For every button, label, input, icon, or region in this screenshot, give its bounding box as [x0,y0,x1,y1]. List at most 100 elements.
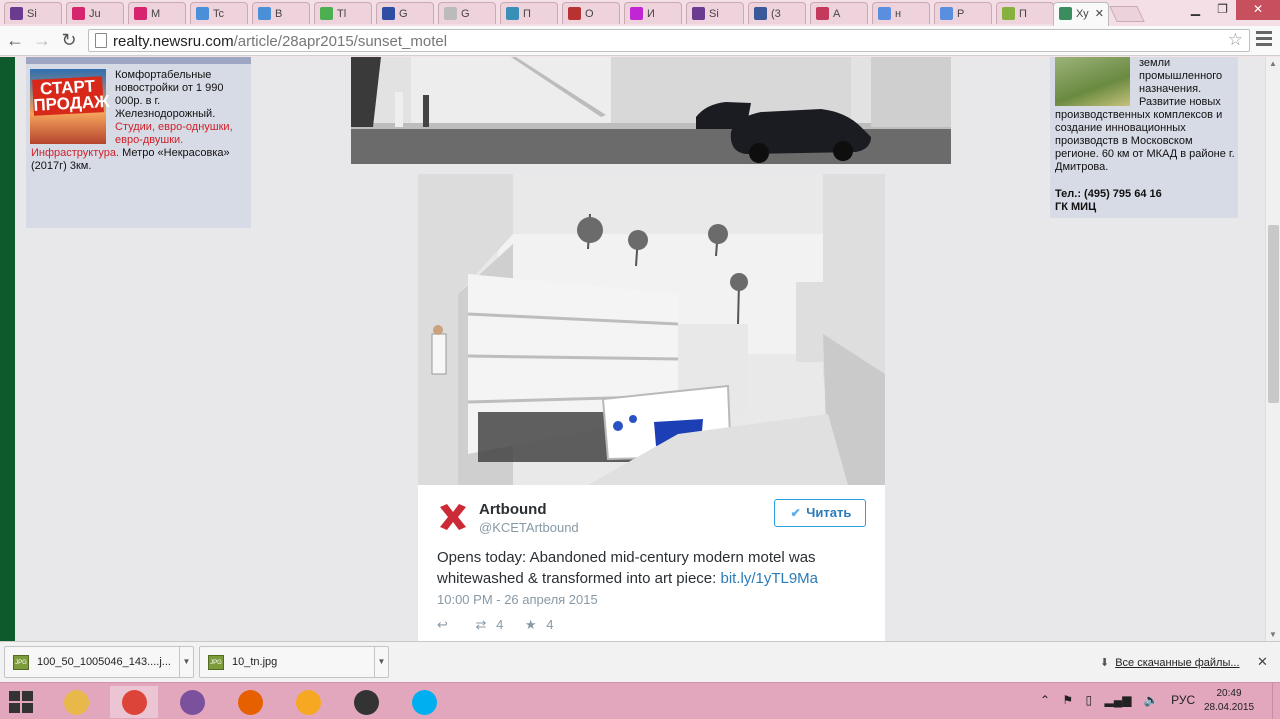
tab-11[interactable]: Si [686,2,744,24]
tab-title: (3 [771,8,781,20]
tab-7[interactable]: G [438,2,496,24]
tweet-author-name[interactable]: Artbound [479,501,546,518]
chevron-down-icon[interactable]: ▼ [179,647,193,677]
omega-icon [568,7,581,20]
tweet-actions: ↩ ⇄ 4 ★ 4 [437,617,559,633]
tab-3[interactable]: Tc [190,2,248,24]
tab-17[interactable]: Ху ✕ [1053,2,1109,26]
all-downloads-label: Все скачанные файлы... [1115,657,1240,669]
system-tray: ⌃ ⚑ ▯ ▂▄▆ 🔈 РУС [1040,693,1204,707]
tab-4[interactable]: B [252,2,310,24]
back-button[interactable]: ← [5,30,25,50]
tab-14[interactable]: н [872,2,930,24]
tab-title: П [523,8,531,20]
close-shelf-icon[interactable]: ✕ [1257,654,1268,670]
reload-button[interactable]: ↻ [59,30,79,50]
weather-icon [296,690,321,715]
taskbar-app-weather[interactable] [284,686,332,718]
taskbar-app-firefox[interactable] [226,686,274,718]
ad-left-text: Комфортабельные новостройки от 1 990 000… [31,69,245,173]
tab-title: Tc [213,8,224,20]
volume-icon[interactable]: 🔈 [1144,693,1159,707]
artbound-logo-icon[interactable] [437,501,469,533]
taskbar-app-viber[interactable] [168,686,216,718]
bookmark-star-icon[interactable]: ☆ [1228,30,1243,50]
retweet-icon[interactable]: ⇄ [476,617,487,633]
ad-right-contact: Тел.: (495) 795 64 16 ГК МИЦ [1055,188,1162,214]
download-filename: 100_50_1005046_143....j... [37,656,171,668]
tab-8[interactable]: П [500,2,558,24]
scroll-up-icon[interactable]: ▲ [1269,59,1277,68]
page-icon [95,33,107,48]
minimize-button[interactable]: ▁ [1182,0,1209,20]
scroll-thumb[interactable] [1268,225,1279,403]
tab-title: Si [27,8,37,20]
show-hidden-icons-icon[interactable]: ⌃ [1040,693,1050,707]
windows-taskbar: ⌃ ⚑ ▯ ▂▄▆ 🔈 РУС 20:49 28.04.2015 [0,682,1280,719]
clock-date: 28.04.2015 [1203,702,1255,713]
chrome-menu-icon[interactable] [1256,31,1272,49]
ad-right[interactable]: земли промышленного назначения. Развитие… [1050,57,1238,218]
flag-icon[interactable]: ⚑ [1062,693,1073,707]
language-indicator[interactable]: РУС [1171,693,1195,707]
taskbar-app-chrome[interactable] [110,686,158,718]
tweet-author-handle[interactable]: @KCETArtbound [479,520,579,535]
all-downloads-link[interactable]: ⬇ Все скачанные файлы... [1100,656,1240,669]
tab-title: Tl [337,8,347,20]
g8-icon [878,7,891,20]
windows-start-icon[interactable] [9,691,33,713]
ad-left[interactable]: СТАРТ ПРОДАЖ Комфортабельные новостройки… [26,57,251,228]
tab-13[interactable]: A [810,2,868,24]
tab-title: Ju [89,8,101,20]
taskbar-app-explorer[interactable] [52,686,100,718]
tab-12[interactable]: (3 [748,2,806,24]
taskbar-app-skype[interactable] [400,686,448,718]
download-item[interactable]: JPG 100_50_1005046_143....j... ▼ [4,646,194,678]
tab-2[interactable]: M [128,2,186,24]
chevron-down-icon[interactable]: ▼ [374,647,388,677]
tweet-date[interactable]: 10:00 PM - 26 апреля 2015 [437,592,598,607]
follow-button[interactable]: ✔ Читать [774,499,866,527]
chart-icon [506,7,519,20]
tab-0[interactable]: Si [4,2,62,24]
system-clock[interactable]: 20:49 28.04.2015 [1199,687,1259,715]
tab-1[interactable]: Ju [66,2,124,24]
tweet-photo[interactable] [418,174,885,485]
tab-6[interactable]: G [376,2,434,24]
url-host: realty.newsru.com [113,33,234,50]
forward-button[interactable]: → [32,30,52,50]
restore-button[interactable]: ❐ [1209,0,1236,20]
tab-16[interactable]: П [996,2,1054,24]
address-bar[interactable]: realty.newsru.com/article/28apr2015/suns… [88,29,1250,52]
close-window-button[interactable]: ✕ [1236,0,1280,20]
download-item[interactable]: JPG 10_tn.jpg ▼ [199,646,389,678]
tab-title: A [833,8,841,20]
blocks-icon [196,7,209,20]
ad-right-text: земли промышленного назначения. Развитие… [1055,57,1235,174]
tweet-link[interactable]: bit.ly/1yTL9Ma [720,570,818,587]
page-scrollbar[interactable]: ▲ ▼ [1265,57,1280,641]
favorite-star-icon[interactable]: ★ [525,617,537,633]
tab-5[interactable]: Tl [314,2,372,24]
power-icon[interactable]: ▯ [1086,693,1093,707]
favorite-count: 4 [546,617,554,632]
new-tab-button[interactable] [1109,6,1145,22]
shopify-icon [1002,7,1015,20]
tab-15[interactable]: Р [934,2,992,24]
show-desktop-button[interactable] [1272,683,1280,719]
reply-icon[interactable]: ↩ [437,617,448,633]
network-icon[interactable]: ▂▄▆ [1104,693,1131,707]
page-icon [1059,7,1072,20]
download-filename: 10_tn.jpg [232,656,278,668]
g8-icon [940,7,953,20]
url-path: /article/28apr2015/sunset_motel [233,33,448,50]
page-icon [444,7,457,20]
camera-icon [354,690,379,715]
tab-strip: Si Ju M Tc B Tl G G П О И Si (3 Aн Р П Ху ✕ ▁ ❐ ✕ [0,0,1280,26]
taskbar-app-camera[interactable] [342,686,390,718]
close-tab-icon[interactable]: ✕ [1095,7,1104,20]
tab-9[interactable]: О [562,2,620,24]
tab-10[interactable]: И [624,2,682,24]
scroll-down-icon[interactable]: ▼ [1269,630,1277,639]
retweet-count: 4 [496,617,504,632]
